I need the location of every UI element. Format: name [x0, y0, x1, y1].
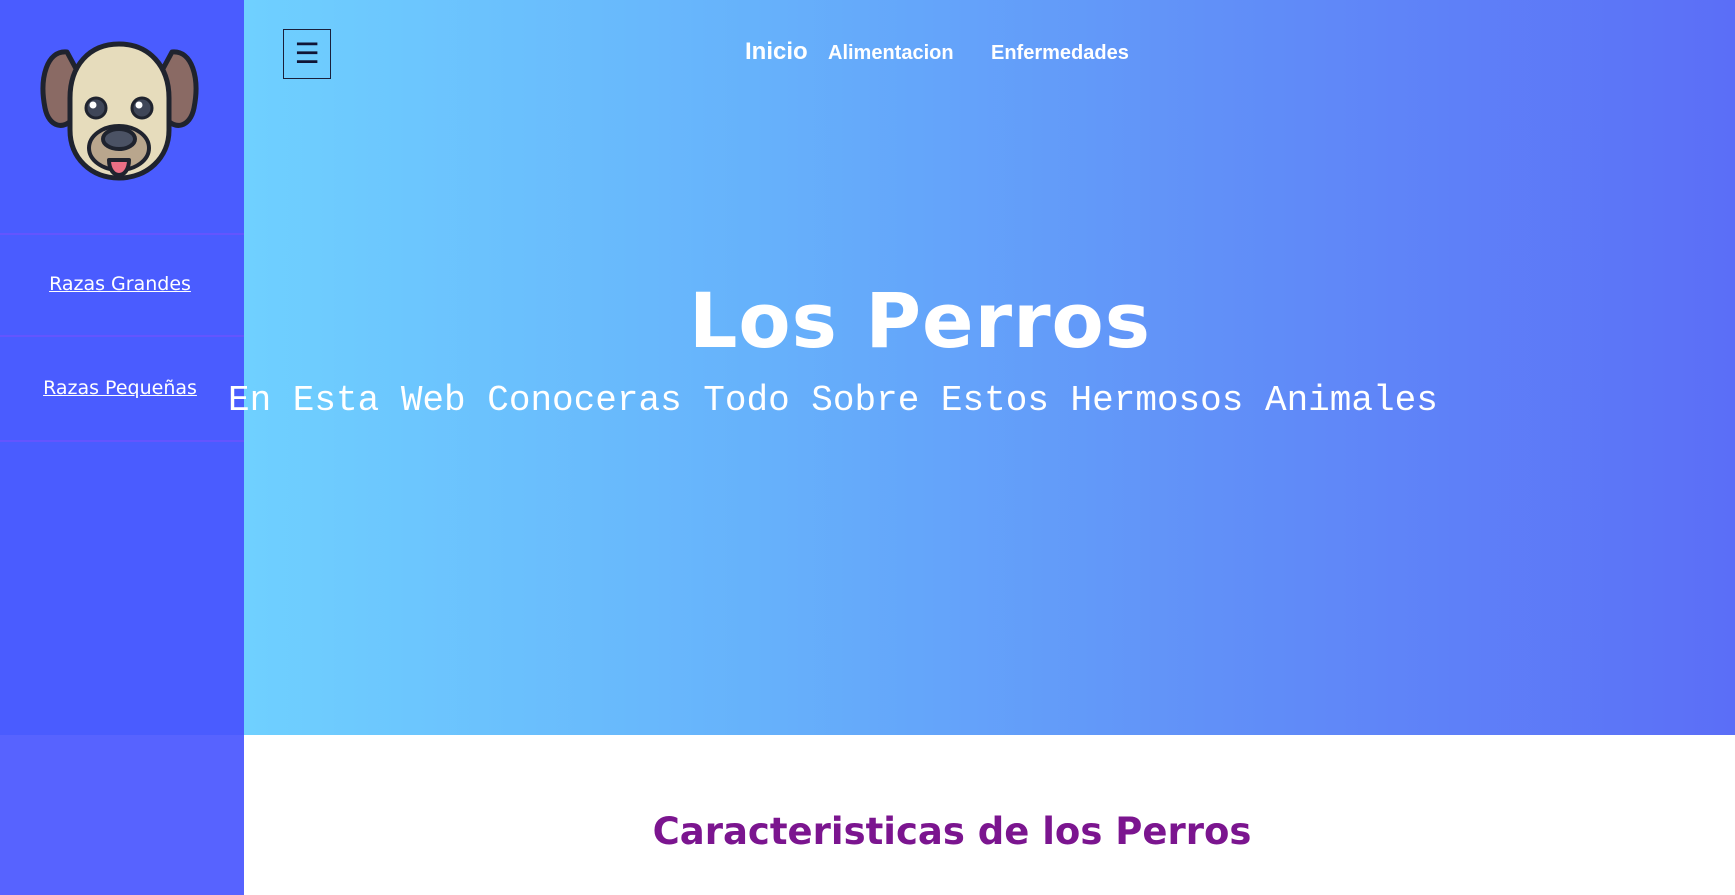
- menu-toggle-button[interactable]: ☰: [283, 29, 331, 79]
- sidebar-item-razas-grandes[interactable]: Razas Grandes: [0, 273, 240, 295]
- sidebar-lower-panel: [0, 735, 244, 895]
- sidebar-item-razas-pequenas[interactable]: Razas Pequeñas: [0, 377, 240, 399]
- nav-inicio[interactable]: Inicio: [745, 38, 808, 66]
- sidebar-divider: [0, 335, 244, 337]
- sidebar: Razas Grandes Razas Pequeñas: [0, 0, 244, 895]
- nav-enfermedades[interactable]: Enfermedades: [991, 42, 1129, 65]
- hero-banner: [244, 0, 1735, 735]
- hero-subtitle: En Esta Web Conoceras Todo Sobre Estos H…: [228, 380, 1438, 421]
- nav-alimentacion[interactable]: Alimentacion: [828, 42, 954, 65]
- sidebar-divider: [0, 233, 244, 235]
- hamburger-menu-icon: ☰: [294, 37, 320, 70]
- sidebar-divider: [0, 440, 244, 442]
- hero-title: Los Perros: [689, 276, 1151, 365]
- section-title: Caracteristicas de los Perros: [652, 810, 1252, 853]
- dog-face-icon[interactable]: [37, 38, 202, 190]
